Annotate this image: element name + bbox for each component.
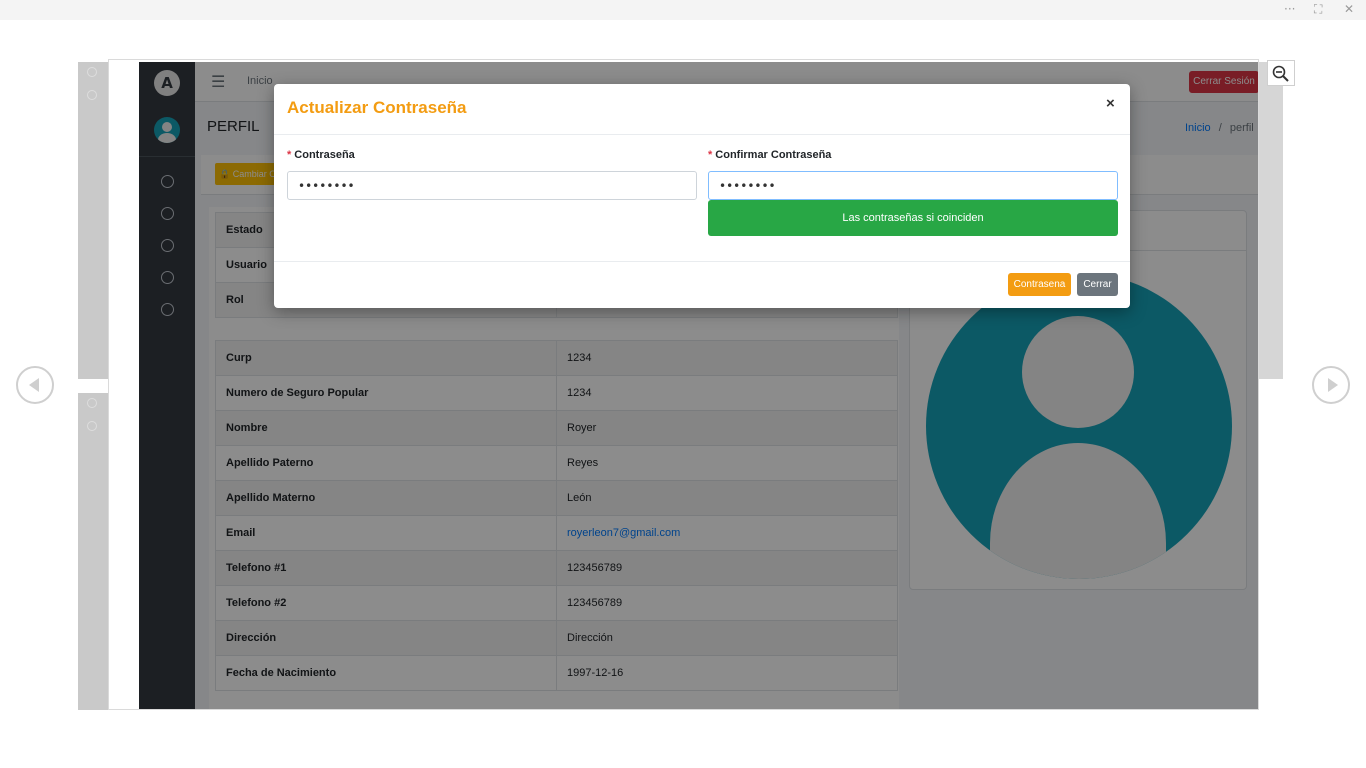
password-label-text: Contraseña: [294, 149, 355, 161]
zoom-out-icon: [1272, 65, 1289, 82]
confirm-password-field[interactable]: [708, 171, 1118, 200]
modal-footer-divider: [274, 261, 1130, 262]
chevron-right-icon: [1328, 378, 1338, 392]
password-label: * Contraseña: [287, 149, 355, 161]
previous-image-preview: [78, 62, 108, 379]
next-image-button[interactable]: [1312, 366, 1350, 404]
password-field[interactable]: [287, 171, 697, 200]
chevron-left-icon: [29, 378, 39, 392]
fullscreen-icon[interactable]: ⛶: [1314, 2, 1322, 17]
zoom-out-button[interactable]: [1267, 60, 1295, 86]
password-match-alert: Las contraseñas si coinciden: [708, 200, 1118, 236]
previous-image-button[interactable]: [16, 366, 54, 404]
confirm-password-label: * Confirmar Contraseña: [708, 149, 831, 161]
modal-title: Actualizar Contraseña: [287, 98, 467, 117]
save-password-button[interactable]: Contrasena: [1008, 273, 1071, 296]
required-mark: *: [708, 149, 713, 161]
viewer-toolbar: ··· ⛶ ✕: [0, 0, 1366, 20]
modal-close-button[interactable]: ×: [1106, 95, 1115, 112]
cancel-button[interactable]: Cerrar: [1077, 273, 1118, 296]
previous-image-preview-2: [78, 393, 108, 710]
close-icon[interactable]: ✕: [1344, 2, 1354, 16]
next-image-preview: [1259, 62, 1283, 379]
update-password-modal: Actualizar Contraseña × *Contraseña *Con…: [274, 84, 1130, 308]
confirm-password-label-text: Confirmar Contraseña: [715, 149, 832, 161]
modal-header-divider: [274, 134, 1130, 135]
required-mark: *: [287, 149, 292, 161]
more-icon[interactable]: ···: [1284, 2, 1295, 16]
